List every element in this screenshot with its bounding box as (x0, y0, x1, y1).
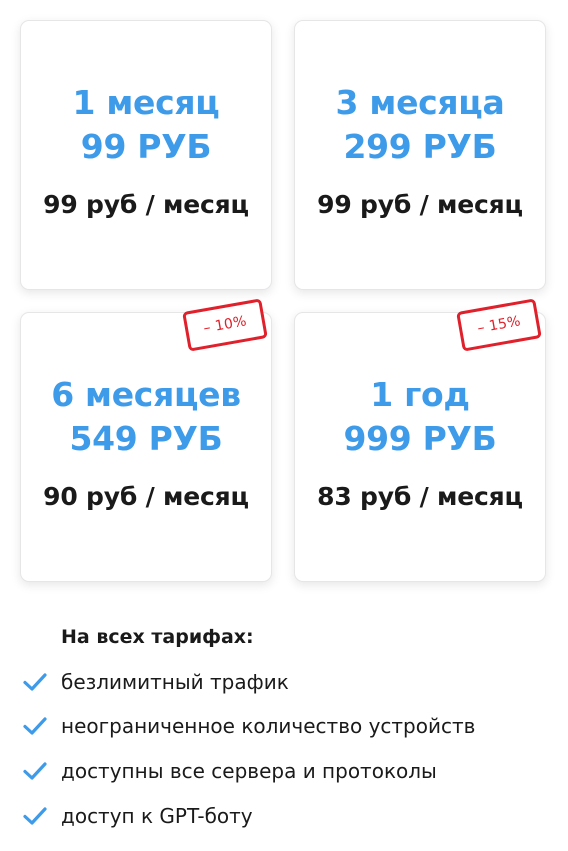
plan-card-3-months[interactable]: 3 месяца 299 РУБ 99 руб / месяц (294, 20, 546, 290)
plan-monthly-price: 83 руб / месяц (317, 482, 523, 511)
plan-monthly-price: 99 руб / месяц (317, 190, 523, 219)
checkmark-icon (23, 673, 47, 691)
plan-period: 6 месяцев (51, 375, 241, 414)
feature-text: доступ к GPT-боту (61, 804, 253, 828)
plan-card-6-months[interactable]: – 10% 6 месяцев 549 РУБ 90 руб / месяц (20, 298, 272, 582)
feature-item: доступны все сервера и протоколы (22, 757, 437, 785)
plan-price: 299 РУБ (343, 127, 497, 166)
discount-badge: – 15% (456, 298, 542, 352)
feature-text: доступны все сервера и протоколы (61, 759, 437, 783)
plan-card-1-year[interactable]: – 15% 1 год 999 РУБ 83 руб / месяц (294, 298, 546, 582)
plan-period: 1 месяц (72, 83, 220, 122)
feature-text: безлимитный трафик (61, 670, 289, 694)
plan-price: 549 РУБ (69, 419, 223, 458)
plan-period: 3 месяца (335, 83, 505, 122)
feature-item: доступ к GPT-боту (22, 802, 253, 830)
feature-item: неограниченное количество устройств (22, 712, 475, 740)
plan-monthly-price: 90 руб / месяц (43, 482, 249, 511)
feature-text: неограниченное количество устройств (61, 714, 476, 738)
plan-price: 999 РУБ (343, 419, 497, 458)
discount-badge: – 10% (182, 298, 268, 352)
feature-item: безлимитный трафик (22, 668, 289, 696)
features-title: На всех тарифах: (61, 626, 254, 648)
plan-monthly-price: 99 руб / месяц (43, 190, 249, 219)
plan-card-1-month[interactable]: 1 месяц 99 РУБ 99 руб / месяц (20, 20, 272, 290)
checkmark-icon (23, 717, 47, 735)
plan-price: 99 РУБ (80, 127, 212, 166)
checkmark-icon (23, 762, 47, 780)
checkmark-icon (23, 807, 47, 825)
plan-period: 1 год (370, 375, 470, 414)
